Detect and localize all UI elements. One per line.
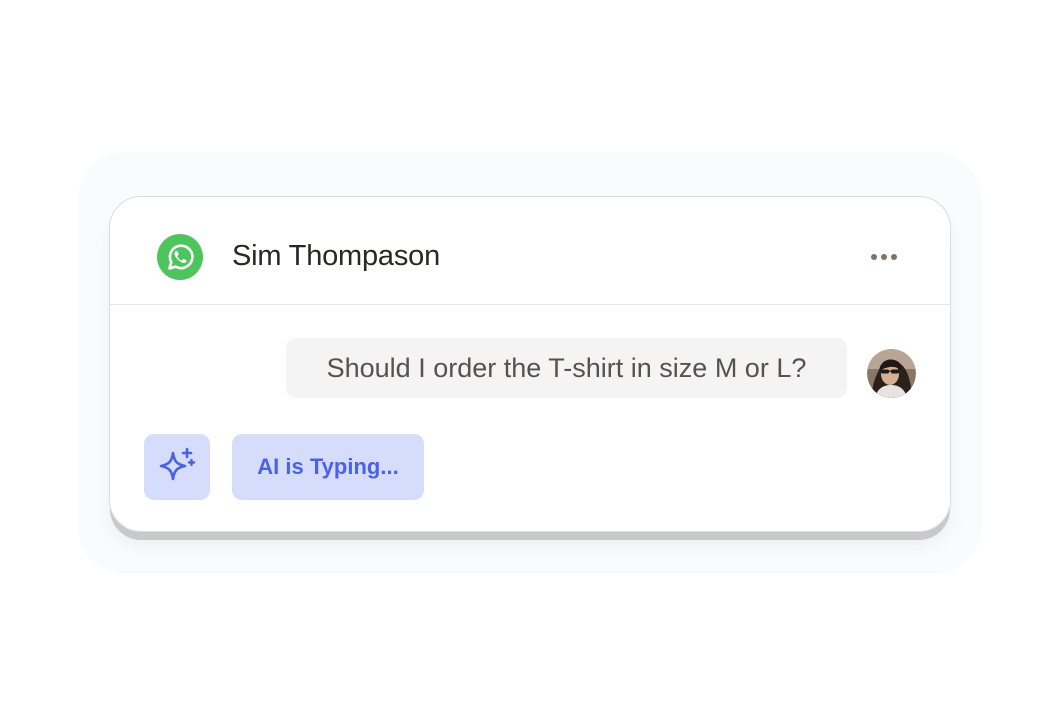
message-text: Should I order the T-shirt in size M or … [326,352,807,383]
contact-name: Sim Thompason [232,240,441,272]
message-bubble: Should I order the T-shirt in size M or … [286,338,847,398]
typing-status-text: AI is Typing... [257,454,399,479]
more-dot [891,254,897,260]
more-dot [881,254,887,260]
sparkle-icon [159,447,196,481]
more-horizontal-icon [871,254,877,260]
user-avatar[interactable] [867,349,916,398]
whatsapp-icon [157,234,203,280]
ai-assistant-icon-box [144,434,210,500]
more-options-button[interactable] [862,245,906,269]
ai-typing-indicator: AI is Typing... [232,434,424,500]
chat-card: Sim Thompason Should I order the T-shirt… [109,196,951,532]
chat-header: Sim Thompason [110,197,950,305]
